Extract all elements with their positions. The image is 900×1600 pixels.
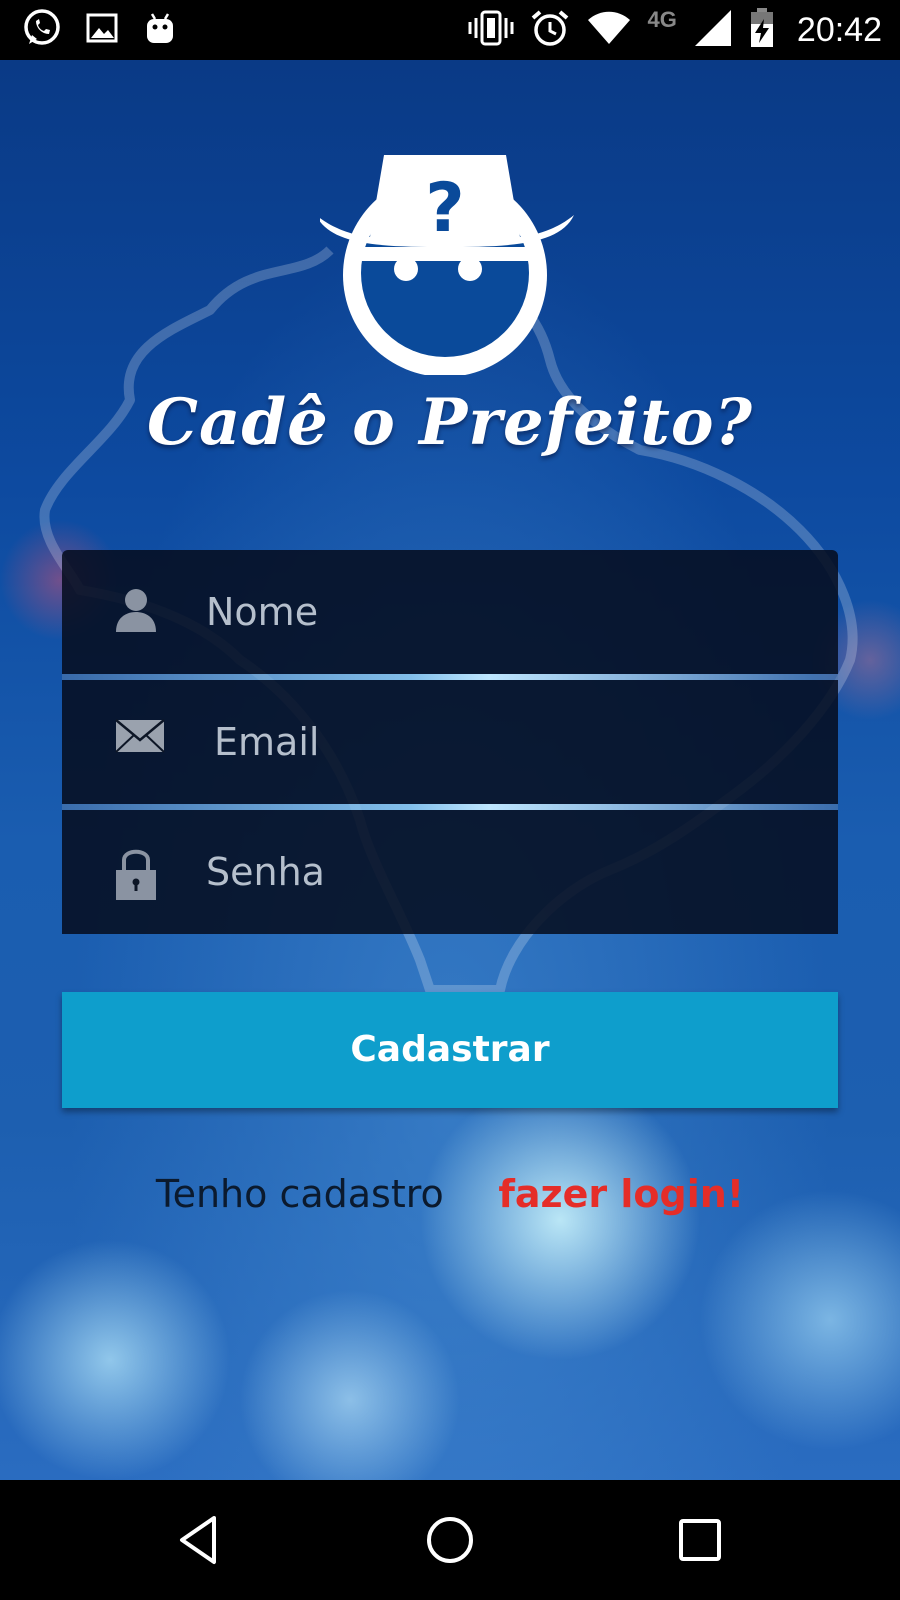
- login-link[interactable]: fazer login!: [498, 1172, 744, 1216]
- home-icon[interactable]: [420, 1510, 480, 1570]
- recents-icon[interactable]: [670, 1510, 730, 1570]
- password-input[interactable]: Senha: [206, 850, 325, 894]
- status-left-icons: [22, 8, 178, 53]
- name-field[interactable]: Nome: [62, 550, 838, 674]
- clock: 20:42: [796, 10, 882, 49]
- alarm-icon: [530, 8, 570, 53]
- email-input[interactable]: Email: [214, 720, 319, 764]
- network-type-label: 4G: [647, 7, 677, 32]
- email-field[interactable]: Email: [62, 680, 838, 804]
- status-right-icons: 4G 20:42: [468, 7, 882, 54]
- envelope-icon: [114, 716, 165, 766]
- person-icon: [114, 586, 158, 636]
- login-prompt: Tenho cadastro fazer login!: [0, 1172, 900, 1217]
- password-field[interactable]: Senha: [62, 810, 838, 934]
- vibrate-icon: [468, 8, 514, 53]
- back-icon[interactable]: [170, 1510, 230, 1570]
- whatsapp-icon: [22, 8, 62, 53]
- screen: 4G 20:42 ? Cadê o Prefeito? Nome Email S…: [0, 0, 900, 1600]
- name-input[interactable]: Nome: [206, 590, 318, 634]
- signup-form: Nome Email Senha: [62, 550, 838, 934]
- app-brand-title: Cadê o Prefeito?: [147, 385, 753, 460]
- detective-face-icon: ?: [320, 155, 574, 375]
- lock-icon: [114, 846, 158, 900]
- have-account-label: Tenho cadastro: [155, 1172, 444, 1216]
- android-icon: [142, 10, 178, 51]
- svg-text:?: ?: [425, 169, 464, 248]
- wifi-icon: [586, 10, 632, 51]
- register-button[interactable]: Cadastrar: [62, 992, 838, 1108]
- signal-icon: [693, 8, 733, 53]
- status-bar: 4G 20:42: [0, 0, 900, 60]
- system-nav-bar: [0, 1480, 900, 1600]
- battery-charging-icon: [749, 7, 775, 54]
- image-icon: [84, 10, 120, 51]
